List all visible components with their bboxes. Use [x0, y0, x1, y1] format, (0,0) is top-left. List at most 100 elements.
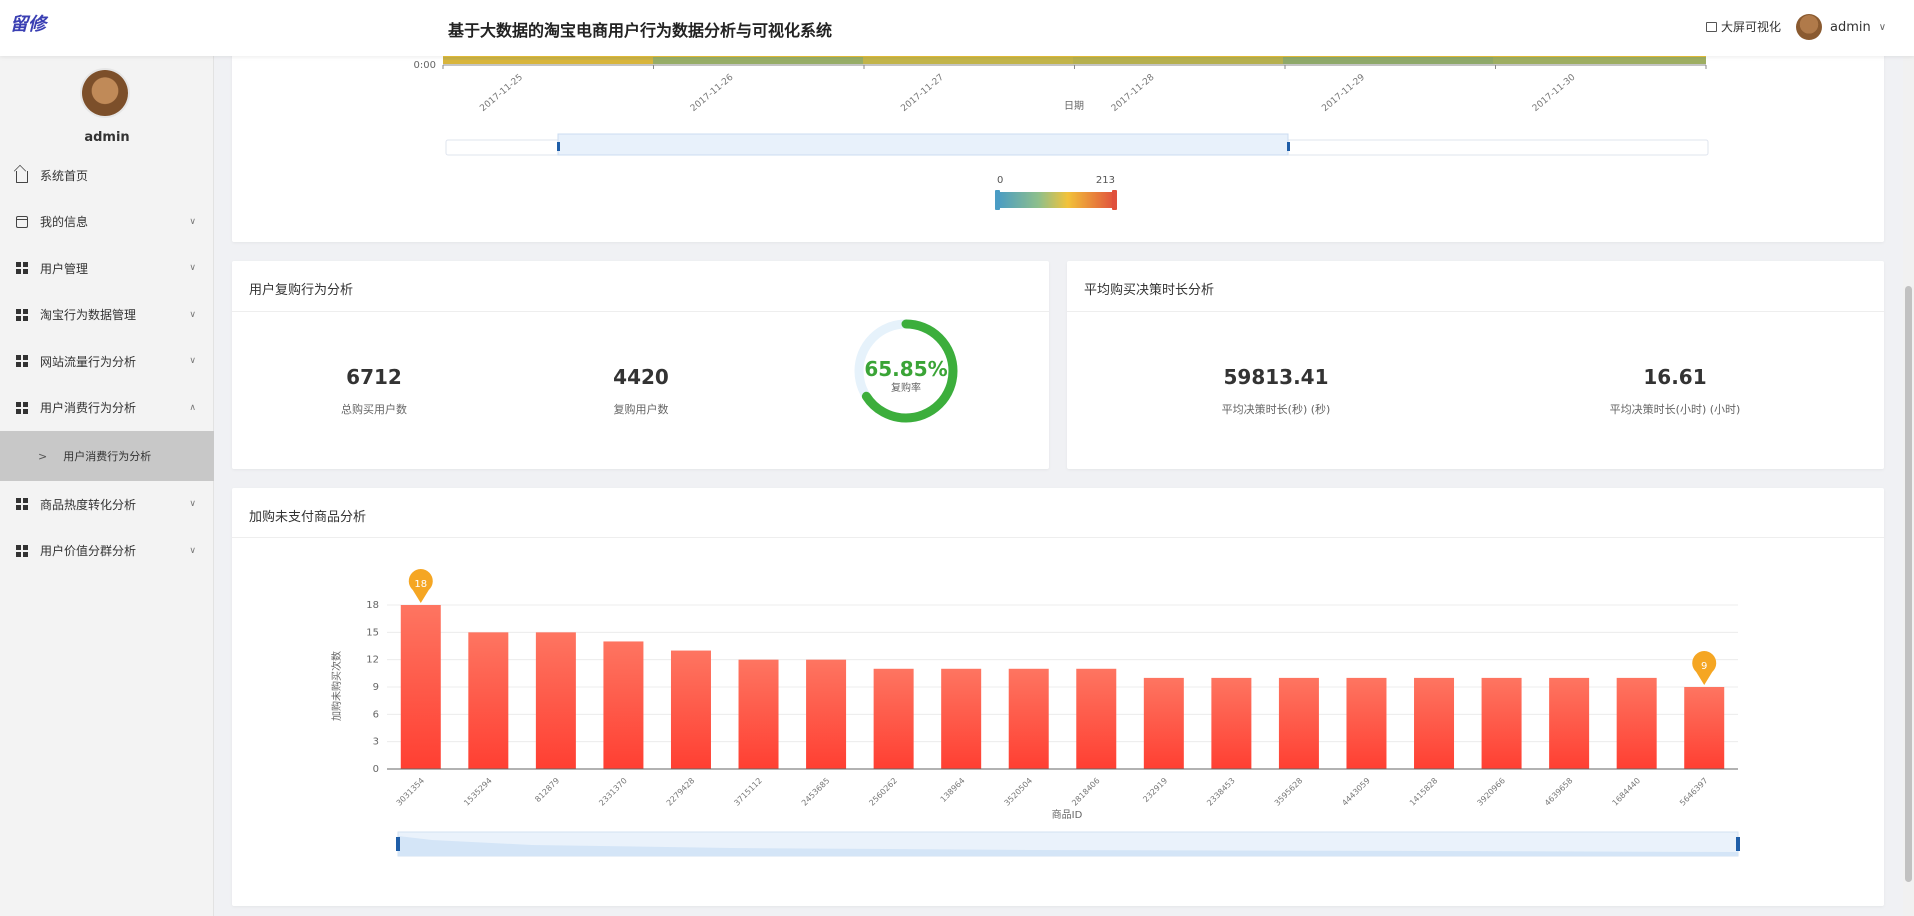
visual-map-bar	[997, 192, 1115, 208]
bar[interactable]	[400, 605, 441, 769]
sidebar-item-user-segmentation[interactable]: 用户价值分群分析 ∨	[0, 528, 214, 575]
avatar	[1796, 14, 1822, 40]
sidebar-item-home[interactable]: 系统首页	[0, 152, 214, 199]
sidebar-item-label: 淘宝行为数据管理	[40, 308, 137, 323]
x-tick-label: 3031354	[395, 776, 427, 808]
sidebar-avatar	[82, 70, 128, 116]
visual-map-handle-min[interactable]	[995, 190, 1000, 210]
bar[interactable]	[603, 641, 644, 769]
repurchase-panel: 用户复购行为分析 6712 总购买用户数 4420 复购用户数 65.85% 复…	[232, 261, 1049, 469]
bar[interactable]	[535, 632, 576, 769]
y-tick-label: 0	[373, 764, 379, 775]
sidebar-subitem-label: 用户消费行为分析	[63, 450, 152, 463]
sidebar-item-consumption-analysis[interactable]: 用户消费行为分析 ∧	[0, 385, 214, 432]
big-screen-link[interactable]: 大屏可视化	[1706, 18, 1781, 35]
bar[interactable]	[1684, 687, 1725, 769]
x-tick-label: 4639658	[1543, 776, 1575, 808]
heatmap-x-tick-label: 2017-11-26	[689, 72, 736, 113]
sidebar-subitem-consumption-analysis[interactable]: > 用户消费行为分析	[0, 431, 214, 481]
bar[interactable]	[1549, 677, 1590, 769]
bar[interactable]	[1211, 677, 1252, 769]
chevron-down-icon: ∨	[189, 216, 196, 227]
x-tick-label: 138964	[939, 776, 967, 804]
avg-decision-hours-value: 16.61	[1643, 365, 1707, 389]
chevron-right-icon: >	[38, 449, 48, 463]
grid-icon	[16, 498, 28, 511]
sidebar-item-label: 用户价值分群分析	[40, 544, 137, 559]
bar[interactable]	[1008, 668, 1049, 769]
chevron-down-icon: ∨	[189, 499, 196, 510]
sidebar-item-label: 系统首页	[40, 168, 89, 183]
page-title: 基于大数据的淘宝电商用户行为数据分析与可视化系统	[448, 21, 833, 40]
x-tick-label: 4443059	[1340, 776, 1372, 808]
grid-icon	[16, 401, 28, 414]
page-scrollbar[interactable]	[1903, 56, 1914, 916]
sidebar-item-product-conversion[interactable]: 商品热度转化分析 ∨	[0, 481, 214, 528]
marker-label: 9	[1701, 661, 1707, 672]
heatmap-cell	[1493, 56, 1706, 64]
sidebar-menu: 系统首页 我的信息 ∨ 用户管理 ∨ 淘宝行为数据管理 ∨ 网站流量行为分析 ∨…	[0, 152, 214, 574]
user-name: admin	[1830, 19, 1871, 35]
y-tick-label: 15	[366, 627, 379, 638]
heatmap-datazoom-window[interactable]	[557, 133, 1289, 156]
divider	[1067, 311, 1884, 312]
visual-map-handle-max[interactable]	[1112, 190, 1117, 210]
y-tick-label: 9	[373, 682, 379, 693]
heatmap-x-tick-label: 2017-11-25	[478, 73, 525, 114]
visual-map-max: 213	[1096, 175, 1115, 186]
y-axis-label: 加购未购买次数	[330, 651, 343, 721]
heatmap-y-tick: 0:00	[414, 60, 436, 71]
bar[interactable]	[738, 659, 779, 769]
visual-map-min: 0	[997, 175, 1003, 186]
sidebar-item-label: 用户消费行为分析	[40, 401, 137, 416]
x-tick-label: 3520504	[1003, 776, 1035, 808]
bar[interactable]	[941, 668, 982, 769]
datazoom-handle-right[interactable]	[1287, 142, 1290, 151]
bar[interactable]	[670, 650, 711, 769]
bar[interactable]	[1616, 677, 1657, 769]
datazoom-handle-left[interactable]	[396, 837, 400, 851]
panel-title: 用户复购行为分析	[249, 283, 354, 298]
bar[interactable]	[1414, 677, 1455, 769]
sidebar-item-user-management[interactable]: 用户管理 ∨	[0, 245, 214, 292]
sidebar-item-label: 商品热度转化分析	[40, 497, 137, 512]
bar[interactable]	[1076, 668, 1117, 769]
x-tick-label: 2338453	[1205, 776, 1237, 808]
sidebar-item-my-info[interactable]: 我的信息 ∨	[0, 199, 214, 246]
y-tick-label: 12	[366, 655, 379, 666]
repurchase-rate-gauge: 65.85% 复购率	[854, 319, 958, 423]
bar[interactable]	[873, 668, 914, 769]
x-tick-label: 1684440	[1611, 776, 1643, 808]
logo: 留修	[10, 14, 46, 35]
x-tick-label: 2331370	[597, 776, 629, 808]
sidebar-item-taobao-data[interactable]: 淘宝行为数据管理 ∨	[0, 292, 214, 339]
y-tick-label: 3	[373, 737, 379, 748]
bar[interactable]	[468, 632, 509, 769]
y-axis-ticks: 0 3 6 9 12 15 18	[366, 600, 379, 775]
x-tick-label: 1415828	[1408, 776, 1440, 808]
bar[interactable]	[1143, 677, 1184, 769]
datazoom-handle-left[interactable]	[557, 142, 560, 151]
chart-gridlines	[387, 604, 1738, 743]
user-menu[interactable]: admin ∨	[1796, 14, 1886, 40]
sidebar-item-label: 网站流量行为分析	[40, 354, 137, 369]
sidebar-item-traffic-analysis[interactable]: 网站流量行为分析 ∨	[0, 338, 214, 385]
x-tick-label: 3920966	[1475, 776, 1507, 808]
total-buyers-label: 总购买用户数	[341, 403, 407, 416]
bar[interactable]	[1481, 677, 1522, 769]
sidebar: admin 系统首页 我的信息 ∨ 用户管理 ∨ 淘宝行为数据管理 ∨ 网站流量…	[0, 56, 214, 916]
heatmap-x-label: 日期	[1064, 100, 1084, 112]
datazoom-handle-right[interactable]	[1736, 837, 1740, 851]
bar[interactable]	[1278, 677, 1319, 769]
x-tick-label: 1535294	[462, 776, 494, 808]
bar[interactable]	[1346, 677, 1387, 769]
chevron-down-icon: ∨	[189, 309, 196, 320]
repurchase-rate-label: 复购率	[891, 381, 921, 394]
grid-icon	[16, 355, 28, 368]
heatmap-x-tick-label: 2017-11-30	[1531, 72, 1578, 113]
scrollbar-thumb[interactable]	[1905, 286, 1912, 882]
top-header: 留修 基于大数据的淘宝电商用户行为数据分析与可视化系统 大屏可视化 admin …	[0, 0, 1914, 56]
y-tick-label: 6	[373, 709, 379, 720]
bar[interactable]	[806, 659, 847, 769]
sidebar-item-label: 用户管理	[40, 261, 89, 276]
